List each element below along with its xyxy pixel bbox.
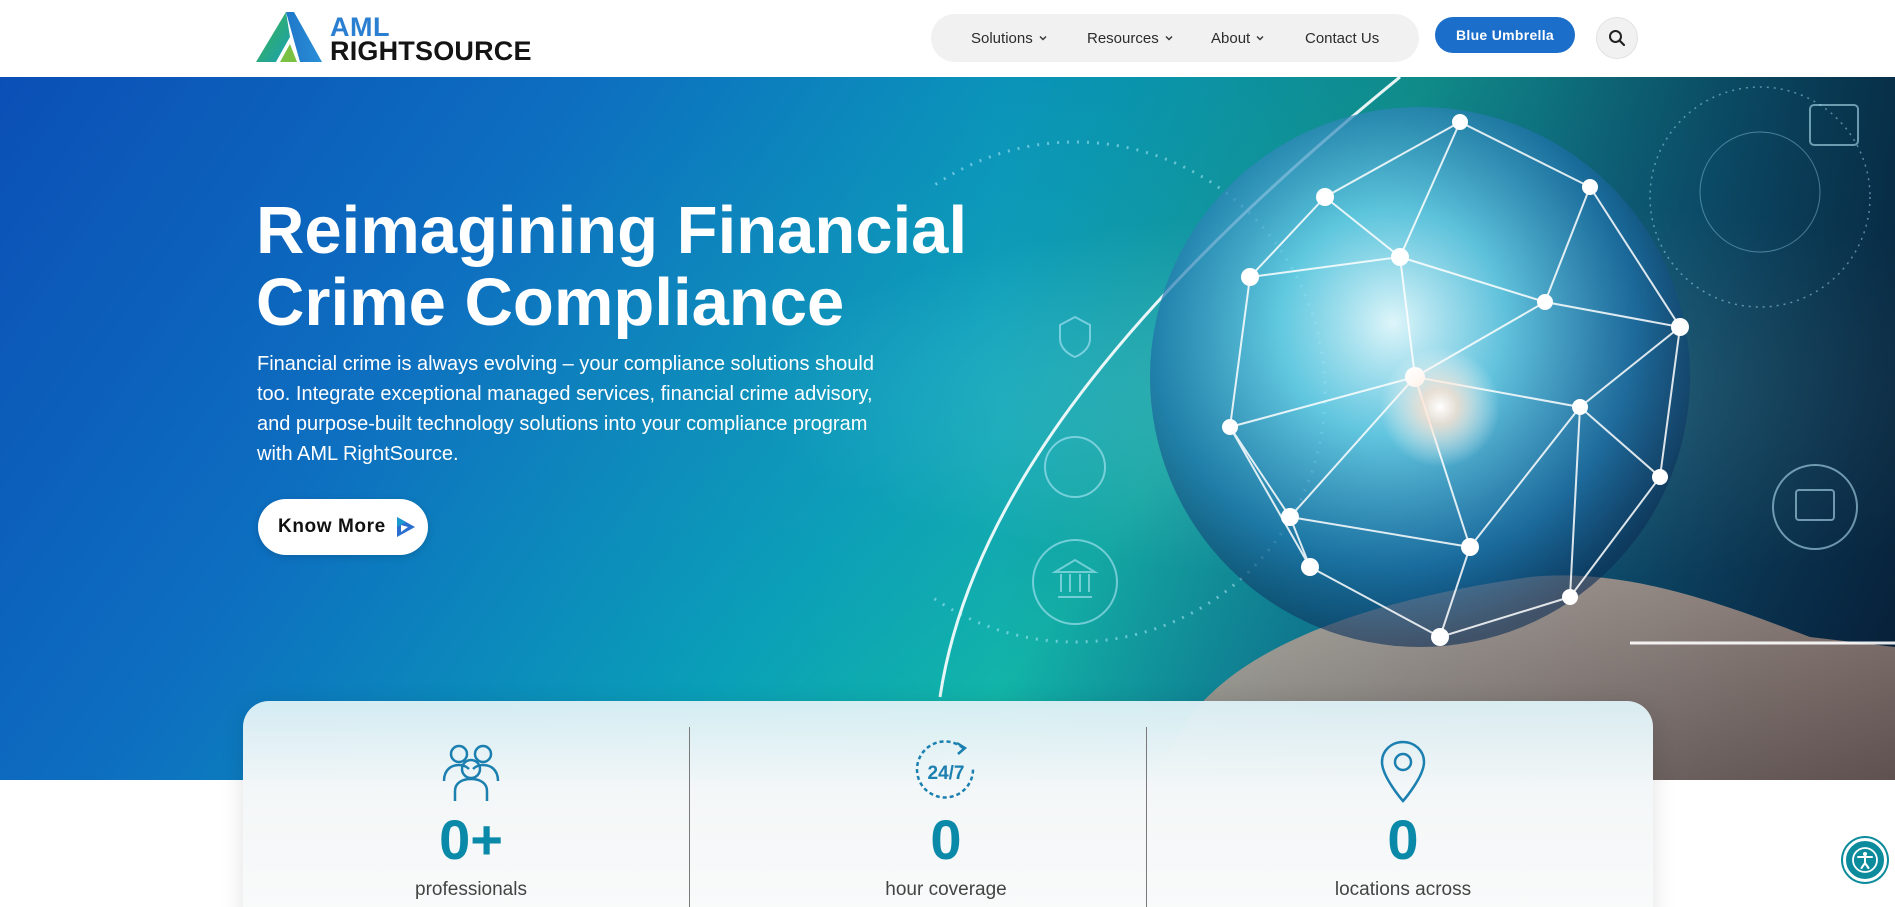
chevron-down-icon xyxy=(1165,36,1173,41)
know-more-label: Know More xyxy=(278,516,386,537)
logo-text-rightsource: RIGHTSOURCE xyxy=(330,36,532,66)
play-arrow-icon xyxy=(396,517,415,537)
chevron-down-icon xyxy=(1039,36,1047,41)
stat-value: 0+ xyxy=(439,808,503,871)
nav-item-resources[interactable]: Resources xyxy=(1087,14,1174,62)
logo-triangle-icon xyxy=(256,12,322,62)
stat-label: hour coverage xyxy=(885,879,1007,900)
location-pin-icon xyxy=(1380,740,1426,803)
brand-logo[interactable]: AML RIGHTSOURCE xyxy=(256,12,532,65)
main-nav: Solutions Resources About Contact Us xyxy=(931,14,1419,62)
site-header: AML RIGHTSOURCE Solutions Resources Abou… xyxy=(0,0,1895,77)
nav-item-label: Contact Us xyxy=(1305,29,1380,47)
stat-divider xyxy=(689,727,690,907)
nav-item-solutions[interactable]: Solutions xyxy=(971,14,1048,62)
stats-card: 0+ professionals 24/7 0 hour coverage 0 … xyxy=(243,701,1653,907)
stat-hour-coverage: 24/7 0 hour coverage xyxy=(718,701,1174,907)
blue-umbrella-button[interactable]: Blue Umbrella xyxy=(1435,17,1575,53)
chevron-down-icon xyxy=(1256,36,1264,41)
svg-text:24/7: 24/7 xyxy=(928,763,965,784)
accessibility-icon xyxy=(1852,847,1878,873)
hero-title-line: Reimagining Financial xyxy=(256,193,968,268)
stat-divider xyxy=(1146,727,1147,907)
nav-item-label: About xyxy=(1211,29,1251,47)
nav-item-label: Solutions xyxy=(971,29,1033,47)
globe-network-illustration xyxy=(930,77,1895,780)
people-group-icon xyxy=(442,744,500,801)
clock-24-7-icon: 24/7 xyxy=(915,740,975,799)
hero-section: Reimagining Financial Crime Compliance F… xyxy=(0,77,1895,780)
hero-title: Reimagining Financial Crime Compliance xyxy=(256,195,976,339)
hero-description: Financial crime is always evolving – you… xyxy=(257,353,874,465)
accessibility-button[interactable] xyxy=(1843,838,1887,882)
search-icon xyxy=(1609,30,1626,47)
nav-item-contact-us[interactable]: Contact Us xyxy=(1305,14,1379,62)
stat-value: 0 xyxy=(930,808,962,871)
know-more-button[interactable]: Know More xyxy=(258,499,428,555)
stat-professionals: 0+ professionals xyxy=(243,701,699,907)
stat-label: professionals xyxy=(415,879,527,900)
stat-value: 0 xyxy=(1387,808,1419,871)
hero-title-line: Crime Compliance xyxy=(256,265,845,340)
nav-item-about[interactable]: About xyxy=(1211,14,1265,62)
stat-locations: 0 locations across xyxy=(1175,701,1631,907)
search-button[interactable] xyxy=(1596,17,1638,59)
nav-item-label: Resources xyxy=(1087,29,1159,47)
stat-label: locations across xyxy=(1334,879,1472,900)
